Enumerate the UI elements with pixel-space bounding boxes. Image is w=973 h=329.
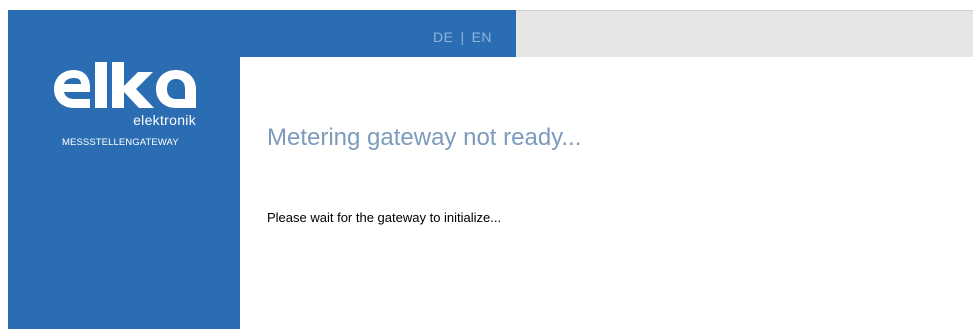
product-name: MESSSTELLENGATEWAY bbox=[62, 137, 179, 148]
logo-subtext: elektronik bbox=[133, 112, 196, 128]
page: DE | EN elektronik MESSSTELLENGATEWAY Mete… bbox=[0, 0, 973, 329]
language-separator: | bbox=[460, 29, 465, 45]
top-strip bbox=[0, 0, 973, 10]
language-switcher: DE | EN bbox=[433, 29, 492, 45]
elka-logo bbox=[54, 62, 196, 108]
header-right-area bbox=[516, 10, 973, 57]
language-en-link[interactable]: EN bbox=[472, 29, 492, 45]
left-gap bbox=[0, 10, 8, 329]
page-title: Metering gateway not ready... bbox=[267, 124, 582, 151]
status-message: Please wait for the gateway to initializ… bbox=[267, 210, 502, 225]
language-de-link[interactable]: DE bbox=[433, 29, 453, 45]
